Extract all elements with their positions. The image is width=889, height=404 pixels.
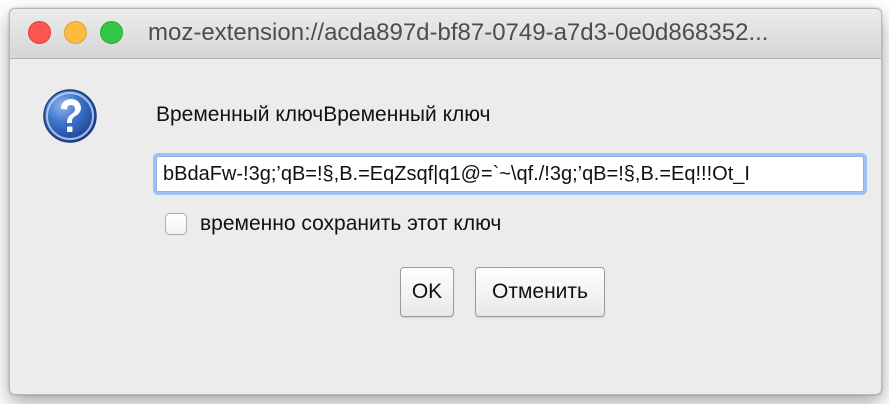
prompt-label: Временный ключВременный ключ bbox=[156, 103, 491, 126]
save-key-label[interactable]: временно сохранить этот ключ bbox=[200, 211, 501, 237]
save-key-checkbox[interactable] bbox=[165, 213, 187, 235]
window-title: moz-extension://acda897d-bf87-0749-a7d3-… bbox=[148, 19, 769, 46]
title-bar[interactable]: moz-extension://acda897d-bf87-0749-a7d3-… bbox=[10, 9, 881, 59]
close-window-button[interactable] bbox=[28, 21, 51, 44]
cancel-button[interactable]: Отменить bbox=[475, 267, 605, 317]
question-mark-icon bbox=[43, 89, 97, 143]
key-input[interactable] bbox=[156, 156, 864, 192]
save-key-option[interactable]: временно сохранить этот ключ bbox=[165, 210, 501, 238]
minimize-window-button[interactable] bbox=[64, 21, 87, 44]
zoom-window-button[interactable] bbox=[100, 21, 123, 44]
ok-button[interactable]: OK bbox=[400, 267, 454, 317]
prompt-dialog: moz-extension://acda897d-bf87-0749-a7d3-… bbox=[9, 8, 882, 395]
